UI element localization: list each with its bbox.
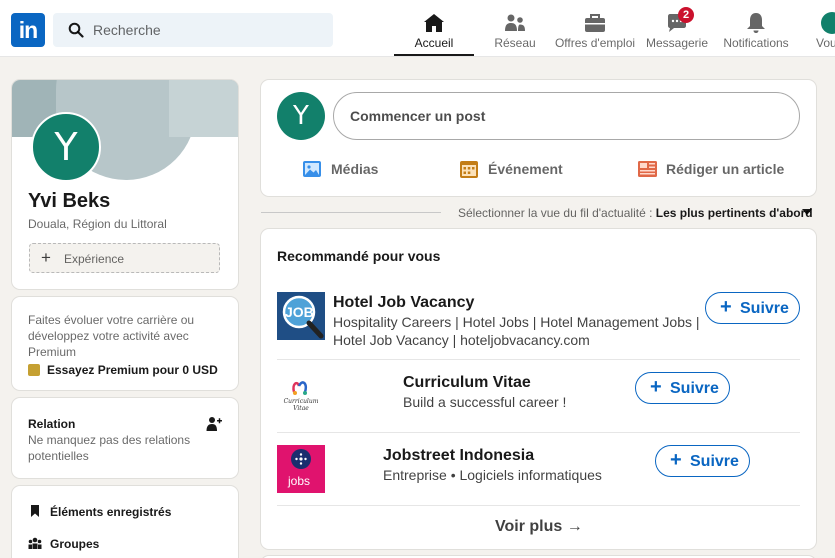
me-icon [821,12,835,34]
follow-button[interactable]: + Suivre [655,445,750,477]
nav-item-label: Réseau [494,36,536,50]
nav-item-messaging[interactable]: 2 Messagerie [645,0,709,56]
plus-icon: + [670,449,682,471]
premium-card[interactable]: Faites évoluer votre carrière ou dévelop… [12,297,238,390]
company-logo[interactable]: Curriculum Vitae [277,372,325,420]
plus-icon: + [41,248,51,267]
search-icon [68,22,84,38]
divider [277,359,800,360]
profile-location: Douala, Région du Littoral [28,217,167,231]
nav-item-label: Notifications [723,36,789,50]
avatar[interactable]: Y [31,112,101,182]
feed-sort-selector[interactable]: Sélectionner la vue du fil d'actualité :… [458,206,813,220]
nav-item-network[interactable]: Réseau [485,0,545,56]
messaging-badge: 2 [678,7,694,23]
divider [277,432,800,433]
cv-logo-icon [292,381,307,395]
add-experience-button[interactable]: + Expérience [29,243,220,273]
article-icon [638,161,657,177]
side-links-card: Éléments enregistrés Groupes [12,486,238,558]
saved-items-link[interactable]: Éléments enregistrés [28,504,171,519]
follow-button[interactable]: + Suivre [635,372,730,404]
premium-text: Faites évoluer votre carrière ou dévelop… [28,313,195,359]
jobs-icon [585,14,605,32]
divider [261,212,441,213]
profile-card: Y Yvi Beks Douala, Région du Littoral + … [12,80,238,289]
write-article-button[interactable]: Rédiger un article [636,158,786,182]
company-logo[interactable]: jobs [277,445,325,493]
nav-item-label: Accueil [414,36,454,50]
top-navigation: in Accueil Réseau Offres d'emploi 2 Mess… [0,0,835,57]
company-description: Entreprise • Logiciels informatiques [383,467,602,483]
company-logo[interactable]: JOB [277,292,325,340]
experience-label: Expérience [64,252,125,266]
groups-icon [28,537,42,549]
network-icon [505,14,525,31]
nav-item-notifications[interactable]: Notifications [718,0,794,56]
profile-name[interactable]: Yvi Beks [28,190,110,213]
relations-subtitle: Ne manquez pas des relations potentielle… [28,433,191,463]
follow-button[interactable]: + Suivre [705,292,800,324]
company-name[interactable]: Curriculum Vitae [403,374,531,392]
see-more-link[interactable]: Voir plus → [495,518,583,536]
feed-sort-value: Les plus pertinents d'abord [655,206,813,220]
premium-cta[interactable]: Essayez Premium pour 0 USD [28,363,218,377]
search-box[interactable] [53,13,333,47]
company-name[interactable]: Jobstreet Indonesia [383,447,534,465]
recommendations-card: Recommandé pour vous JOB Hotel Job Vacan… [261,229,816,549]
nav-item-jobs[interactable]: Offres d'emploi [552,0,638,56]
caret-down-icon[interactable] [802,209,812,215]
company-description: Hospitality Careers | Hotel Jobs | Hotel… [333,314,700,348]
premium-icon [28,364,40,376]
nav-item-label: Messagerie [645,36,709,50]
avatar[interactable]: Y [277,92,325,140]
start-post-button[interactable]: Commencer un post [333,92,800,140]
logo-text: Curriculum Vitae [283,398,319,412]
plus-icon: + [650,376,662,398]
event-icon [460,161,478,178]
notifications-icon [747,13,765,33]
logo-text: jobs [288,474,311,488]
nav-item-home[interactable]: Accueil [394,0,474,56]
plus-icon: + [720,296,732,318]
share-box: Y Commencer un post Médias Événement Réd… [261,80,816,196]
company-name[interactable]: Hotel Job Vacancy [333,294,474,312]
relations-title: Relation [28,417,76,431]
bookmark-icon [31,505,39,517]
linkedin-logo[interactable]: in [11,13,45,47]
recommendations-title: Recommandé pour vous [277,248,441,264]
media-icon [303,161,321,177]
add-person-icon[interactable] [206,416,222,432]
relations-card[interactable]: Relation Ne manquez pas des relations po… [12,398,238,478]
search-input[interactable] [93,13,323,47]
nav-item-me[interactable]: Vous [808,0,835,56]
media-button[interactable]: Médias [301,158,381,182]
nav-item-label: Vous [816,36,835,50]
divider [277,505,800,506]
home-icon [424,14,444,32]
groups-link[interactable]: Groupes [28,536,99,551]
event-button[interactable]: Événement [458,158,568,182]
logo-text: JOB [285,304,314,320]
nav-item-label: Offres d'emploi [554,36,636,50]
